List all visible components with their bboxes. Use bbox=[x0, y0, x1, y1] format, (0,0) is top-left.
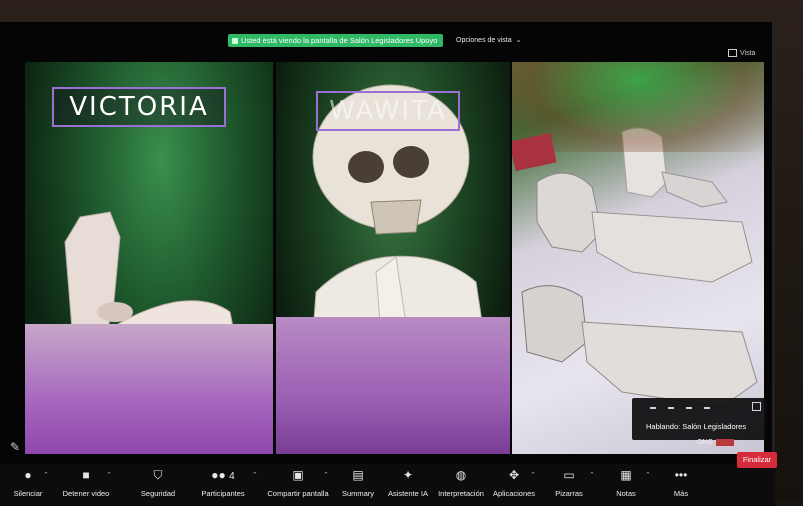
minimize-icon[interactable] bbox=[704, 407, 710, 409]
chevron-up-icon[interactable]: ⌃ bbox=[252, 471, 258, 479]
globe-icon: ◍ bbox=[455, 468, 467, 482]
screen-share-banner[interactable]: Usted está viendo la pantalla de Salón L… bbox=[228, 34, 444, 47]
chevron-up-icon[interactable]: ⌃ bbox=[530, 471, 536, 479]
panel-title-wawita: WAWITA bbox=[316, 91, 460, 131]
chevron-up-icon[interactable]: ⌃ bbox=[589, 471, 595, 479]
participant-tag-label: ONG bbox=[697, 439, 713, 446]
interpretation-button[interactable]: ◍ Interpretación bbox=[436, 467, 486, 501]
meeting-toolbar: ● Silenciar ⌃ ■ Detener video ⌃ ⛉ Seguri… bbox=[0, 464, 775, 506]
expand-icon[interactable] bbox=[752, 402, 761, 411]
more-button[interactable]: ••• Más bbox=[668, 467, 694, 501]
summary-button[interactable]: ▤ Summary bbox=[340, 467, 376, 501]
shield-icon: ⛉ bbox=[153, 468, 163, 482]
shared-image-panel-right bbox=[512, 62, 764, 454]
security-button[interactable]: ⛉ Seguridad bbox=[138, 467, 178, 501]
mute-button[interactable]: ● Silenciar bbox=[12, 467, 44, 501]
video-camera-icon: ■ bbox=[82, 468, 90, 482]
whiteboards-button[interactable]: ▭ Pizarras bbox=[553, 467, 585, 501]
more-icon: ••• bbox=[674, 468, 688, 482]
whiteboard-icon: ▭ bbox=[563, 468, 575, 482]
notes-icon: ▦ bbox=[620, 468, 632, 482]
minimize-icon[interactable] bbox=[686, 407, 692, 409]
speaker-tile[interactable]: Hablando: Salón Legisladores bbox=[632, 398, 767, 440]
panel-title-victoria: VICTORIA bbox=[52, 87, 226, 127]
notes-button[interactable]: ▦ Notas bbox=[612, 467, 640, 501]
people-icon: ●● 4 bbox=[211, 468, 235, 482]
end-meeting-button[interactable]: Finalizar bbox=[737, 452, 777, 468]
chevron-up-icon[interactable]: ⌃ bbox=[43, 471, 49, 479]
stop-video-button[interactable]: ■ Detener video bbox=[60, 467, 112, 501]
share-screen-button[interactable]: ▣ Compartir pantalla bbox=[266, 467, 330, 501]
panel-floor bbox=[276, 317, 510, 454]
panel-floor bbox=[25, 324, 273, 454]
view-options-menu[interactable]: Opciones de vista ⌄ bbox=[456, 35, 522, 47]
sparkle-icon: ✦ bbox=[402, 468, 414, 482]
pencil-icon[interactable]: ✎ bbox=[8, 440, 22, 454]
monitor-screen: Usted está viendo la pantalla de Salón L… bbox=[0, 22, 775, 506]
grid-view-icon bbox=[728, 49, 737, 57]
minimize-icon[interactable] bbox=[668, 407, 674, 409]
ai-assistant-button[interactable]: ✦ Asistente IA bbox=[386, 467, 430, 501]
share-banner-text: Usted está viendo la pantalla de Salón L… bbox=[241, 36, 438, 45]
participants-button[interactable]: ●● 4 Participantes bbox=[198, 467, 248, 501]
view-button-label: Vista bbox=[740, 49, 756, 57]
document-icon: ▤ bbox=[352, 468, 364, 482]
participant-tag: ONG bbox=[697, 439, 734, 446]
tile-controls bbox=[650, 403, 710, 409]
view-options-label: Opciones de vista bbox=[456, 37, 512, 44]
chevron-down-icon: ⌄ bbox=[515, 37, 522, 44]
minimize-icon[interactable] bbox=[650, 407, 656, 409]
chevron-up-icon[interactable]: ⌃ bbox=[323, 471, 329, 479]
chevron-up-icon[interactable]: ⌃ bbox=[106, 471, 112, 479]
participant-flag bbox=[715, 439, 734, 446]
share-status-icon bbox=[232, 37, 238, 44]
speaking-indicator: Hablando: Salón Legisladores bbox=[646, 422, 747, 431]
microphone-icon: ● bbox=[24, 468, 32, 482]
participant-count: 4 bbox=[229, 471, 235, 482]
chevron-up-icon[interactable]: ⌃ bbox=[645, 471, 651, 479]
share-screen-icon: ▣ bbox=[292, 468, 304, 482]
view-button[interactable]: Vista bbox=[728, 48, 762, 58]
